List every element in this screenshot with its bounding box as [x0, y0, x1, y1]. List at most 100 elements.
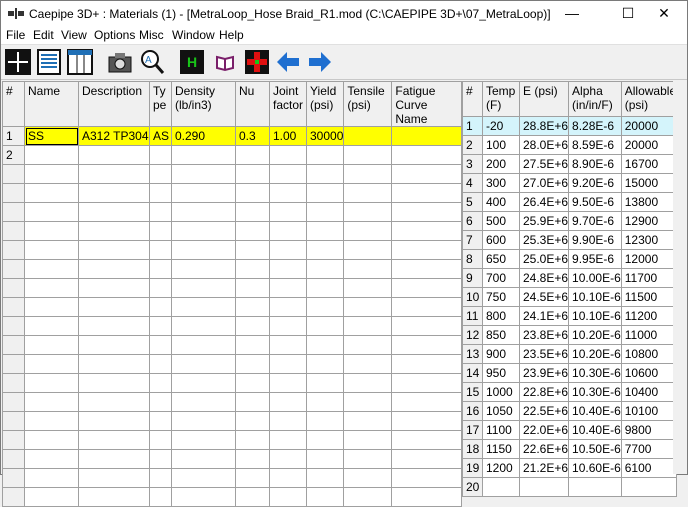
- material-cell[interactable]: [269, 183, 307, 203]
- material-cell[interactable]: [235, 316, 270, 336]
- material-cell[interactable]: [78, 145, 150, 165]
- material-cell[interactable]: [235, 411, 270, 431]
- material-cell[interactable]: [343, 221, 393, 241]
- property-cell[interactable]: 1100: [482, 420, 520, 440]
- table-row[interactable]: [2, 373, 463, 393]
- material-cell[interactable]: [149, 240, 172, 260]
- table-row[interactable]: 14 950 23.9E+6 10.30E-6 10600: [462, 363, 678, 383]
- material-cell[interactable]: [78, 335, 150, 355]
- table-row[interactable]: 5 400 26.4E+6 9.50E-6 13800: [462, 192, 678, 212]
- menu-window[interactable]: Window: [172, 28, 215, 42]
- table-row[interactable]: 7 600 25.3E+6 9.90E-6 12300: [462, 230, 678, 250]
- material-header-5[interactable]: Nu: [235, 81, 270, 127]
- property-cell[interactable]: -20: [482, 116, 520, 136]
- material-cell[interactable]: [391, 430, 463, 450]
- row-number[interactable]: 8: [462, 249, 483, 269]
- property-cell[interactable]: 9.95E-6: [568, 249, 622, 269]
- material-cell[interactable]: [235, 259, 270, 279]
- material-cell[interactable]: [269, 392, 307, 412]
- table-row[interactable]: 18 1150 22.6E+6 10.50E-6 7700: [462, 439, 678, 459]
- property-cell[interactable]: 650: [482, 249, 520, 269]
- material-cell[interactable]: [235, 487, 270, 507]
- h-icon[interactable]: H: [179, 49, 205, 75]
- material-cell[interactable]: [149, 335, 172, 355]
- arrow-left-icon[interactable]: [275, 49, 301, 75]
- property-cell[interactable]: 10.40E-6: [568, 401, 622, 421]
- table-row[interactable]: [2, 259, 463, 279]
- material-cell[interactable]: [235, 164, 270, 184]
- material-cell[interactable]: [391, 202, 463, 222]
- material-cell[interactable]: [149, 221, 172, 241]
- material-cell[interactable]: [24, 278, 79, 298]
- row-number[interactable]: 1: [462, 116, 483, 136]
- material-cell[interactable]: [78, 259, 150, 279]
- property-cell[interactable]: 900: [482, 344, 520, 364]
- material-cell[interactable]: [343, 183, 393, 203]
- row-number[interactable]: 18: [462, 439, 483, 459]
- material-cell[interactable]: [305, 392, 345, 412]
- material-cell[interactable]: [305, 145, 345, 165]
- material-cell[interactable]: [171, 240, 236, 260]
- material-cell[interactable]: [24, 468, 79, 488]
- material-header-6[interactable]: Joint factor: [269, 81, 307, 127]
- material-cell[interactable]: [391, 354, 463, 374]
- property-cell[interactable]: 9.20E-6: [568, 173, 622, 193]
- property-cell[interactable]: 12000: [620, 249, 678, 269]
- material-cell[interactable]: [391, 335, 463, 355]
- material-cell[interactable]: [171, 221, 236, 241]
- row-number[interactable]: 11: [462, 306, 483, 326]
- table-row[interactable]: 15 1000 22.8E+6 10.30E-6 10400: [462, 382, 678, 402]
- material-cell[interactable]: [269, 259, 307, 279]
- material-cell[interactable]: [269, 278, 307, 298]
- property-cell[interactable]: 10.20E-6: [568, 344, 622, 364]
- material-cell[interactable]: [269, 164, 307, 184]
- table-row[interactable]: 2 100 28.0E+6 8.59E-6 20000: [462, 135, 678, 155]
- property-cell[interactable]: 1150: [482, 439, 520, 459]
- material-cell[interactable]: [305, 373, 345, 393]
- property-cell[interactable]: 27.5E+6: [518, 154, 570, 174]
- property-cell[interactable]: 11200: [620, 306, 678, 326]
- material-cell[interactable]: [343, 487, 393, 507]
- material-cell[interactable]: [149, 430, 172, 450]
- material-cell[interactable]: [24, 240, 79, 260]
- table-row[interactable]: 2: [2, 145, 463, 165]
- material-cell[interactable]: [171, 373, 236, 393]
- material-cell[interactable]: [24, 335, 79, 355]
- title-bar[interactable]: Caepipe 3D+ : Materials (1) - [MetraLoop…: [1, 1, 687, 26]
- material-header-8[interactable]: Tensile (psi): [343, 81, 393, 127]
- material-cell[interactable]: [149, 278, 172, 298]
- material-cell[interactable]: [235, 373, 270, 393]
- minimize-icon[interactable]: —: [549, 1, 595, 26]
- material-cell[interactable]: [171, 392, 236, 412]
- table-row[interactable]: [2, 221, 463, 241]
- row-number[interactable]: [2, 430, 25, 450]
- row-number[interactable]: [2, 335, 25, 355]
- material-cell[interactable]: [343, 164, 393, 184]
- property-cell[interactable]: 28.0E+6: [518, 135, 570, 155]
- property-cell[interactable]: 700: [482, 268, 520, 288]
- table-row[interactable]: [2, 335, 463, 355]
- row-number[interactable]: 2: [2, 145, 25, 165]
- material-cell[interactable]: [343, 468, 393, 488]
- row-number[interactable]: 16: [462, 401, 483, 421]
- table-row[interactable]: 17 1100 22.0E+6 10.40E-6 9800: [462, 420, 678, 440]
- material-cell[interactable]: [391, 240, 463, 260]
- property-cell[interactable]: 26.4E+6: [518, 192, 570, 212]
- material-cell[interactable]: [269, 240, 307, 260]
- material-cell[interactable]: [269, 335, 307, 355]
- property-cell[interactable]: 27.0E+6: [518, 173, 570, 193]
- property-cell[interactable]: 10800: [620, 344, 678, 364]
- material-cell[interactable]: [149, 145, 172, 165]
- material-cell[interactable]: [391, 278, 463, 298]
- material-cell[interactable]: [343, 392, 393, 412]
- material-cell[interactable]: [235, 202, 270, 222]
- plus-grid-icon[interactable]: [5, 49, 31, 75]
- row-number[interactable]: 5: [462, 192, 483, 212]
- material-cell[interactable]: [305, 354, 345, 374]
- table-row[interactable]: 13 900 23.5E+6 10.20E-6 10800: [462, 344, 678, 364]
- material-cell[interactable]: [78, 411, 150, 431]
- row-number[interactable]: [2, 316, 25, 336]
- property-cell[interactable]: 22.0E+6: [518, 420, 570, 440]
- property-cell[interactable]: 950: [482, 363, 520, 383]
- material-cell[interactable]: [343, 354, 393, 374]
